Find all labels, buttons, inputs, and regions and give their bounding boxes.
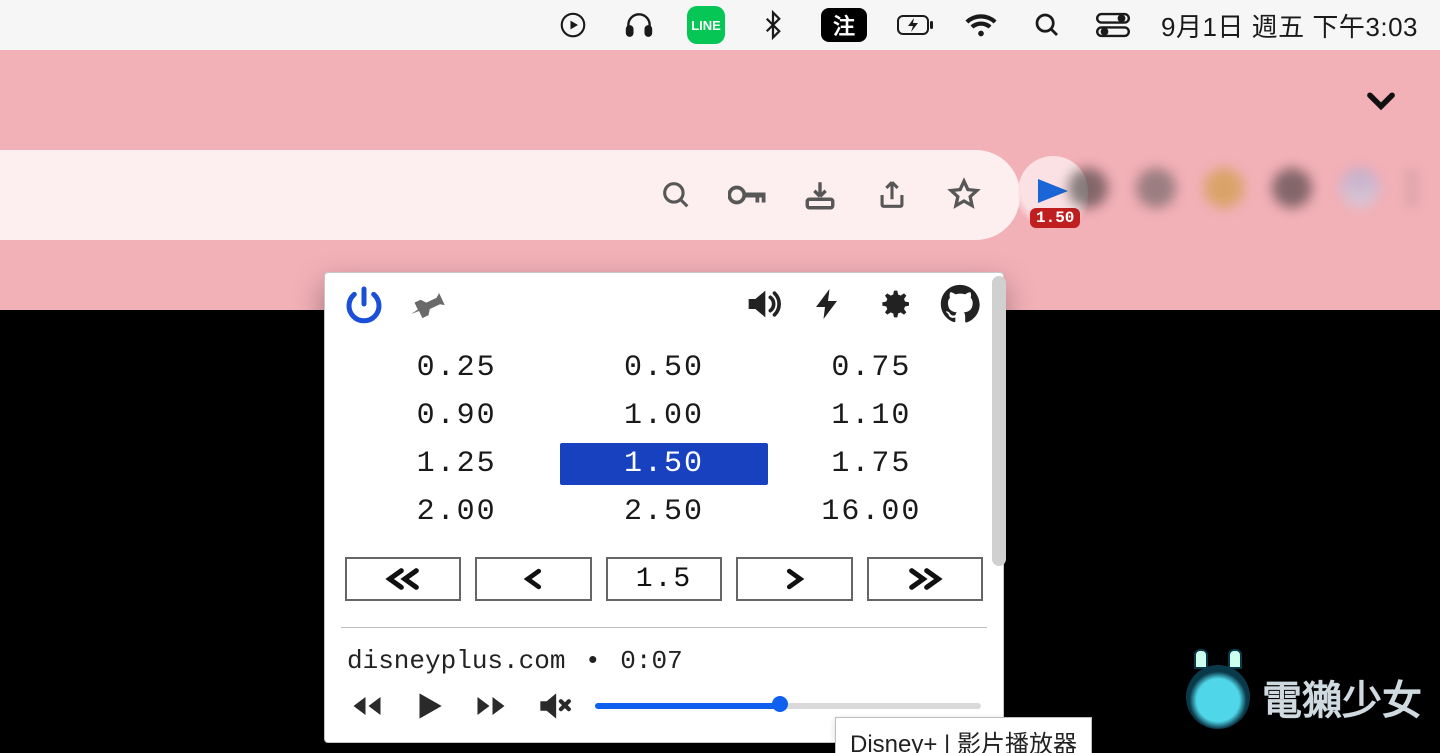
volume-slider[interactable] [595,700,981,712]
bookmark-star-icon[interactable] [944,175,984,215]
control-center-icon[interactable] [1095,7,1131,43]
rewind-icon[interactable] [347,686,387,726]
speed-preset[interactable]: 2.50 [560,491,767,533]
headphones-icon[interactable] [621,7,657,43]
download-icon[interactable] [800,175,840,215]
browser-toolbar [0,150,1020,240]
browser-toolbar-area: 1.50 [0,150,1440,240]
volume-icon[interactable] [741,283,783,325]
speed-stepper-row: 1.5 [325,543,1003,609]
volume-thumb[interactable] [772,696,788,712]
speed-preset[interactable]: 1.10 [768,395,975,437]
watermark: 電獺少女 [1186,665,1422,729]
watermark-mascot-icon [1186,665,1250,729]
speed-value-display[interactable]: 1.5 [606,557,722,601]
speed-preset[interactable]: 1.75 [768,443,975,485]
github-icon[interactable] [939,283,981,325]
speed-preset[interactable]: 1.00 [560,395,767,437]
mute-icon[interactable] [533,686,573,726]
fast-forward-icon[interactable] [471,686,511,726]
speed-preset[interactable]: 2.00 [353,491,560,533]
speed-preset[interactable]: 0.90 [353,395,560,437]
step-forward-button[interactable] [736,557,852,601]
power-icon[interactable] [343,283,385,325]
speed-preset[interactable]: 0.25 [353,347,560,389]
extension-speed-badge: 1.50 [1030,208,1080,228]
blurred-extensions-area [1068,168,1418,208]
popup-scrollbar[interactable] [992,276,1006,566]
spotlight-search-icon[interactable] [1029,7,1065,43]
pin-icon[interactable] [409,283,451,325]
popup-header [325,273,1003,329]
play-icon[interactable] [409,686,449,726]
gear-icon[interactable] [873,283,915,325]
speed-preset[interactable]: 1.25 [353,443,560,485]
media-tooltip: Disney+ | 影片播放器 [835,717,1092,753]
watermark-text: 電獺少女 [1262,668,1422,726]
volume-fill [595,703,780,709]
step-back-button[interactable] [475,557,591,601]
step-fast-back-button[interactable] [345,557,461,601]
input-method-icon[interactable]: 注 [821,8,867,42]
toolbar-search-icon[interactable] [656,175,696,215]
chevron-down-icon[interactable] [1362,81,1400,119]
bluetooth-icon[interactable] [755,7,791,43]
speed-controller-popup: 0.25 0.50 0.75 0.90 1.00 1.10 1.25 1.50 … [324,272,1004,743]
play-flag-icon [1038,179,1068,203]
media-domain: disneyplus.com [347,646,565,676]
macos-menubar: LINE 注 9月1日 週五 下午3:03 [0,0,1440,50]
password-key-icon[interactable] [728,175,768,215]
speed-presets-grid: 0.25 0.50 0.75 0.90 1.00 1.10 1.25 1.50 … [325,329,1003,543]
play-circle-icon[interactable] [555,7,591,43]
media-source-info: disneyplus.com • 0:07 [325,646,1003,678]
browser-tabstrip [0,50,1440,150]
wifi-icon[interactable] [963,7,999,43]
share-icon[interactable] [872,175,912,215]
line-app-icon[interactable]: LINE [687,6,725,44]
media-time: 0:07 [620,646,682,676]
speed-preset[interactable]: 0.75 [768,347,975,389]
speed-preset-selected[interactable]: 1.50 [560,443,767,485]
battery-charging-icon[interactable] [897,7,933,43]
dot-separator: • [585,646,601,676]
menubar-clock[interactable]: 9月1日 週五 下午3:03 [1161,7,1418,44]
speed-preset[interactable]: 16.00 [768,491,975,533]
step-fast-forward-button[interactable] [867,557,983,601]
speed-preset[interactable]: 0.50 [560,347,767,389]
lightning-icon[interactable] [807,283,849,325]
browser-window: 1.50 [0,50,1440,753]
divider [341,627,987,628]
